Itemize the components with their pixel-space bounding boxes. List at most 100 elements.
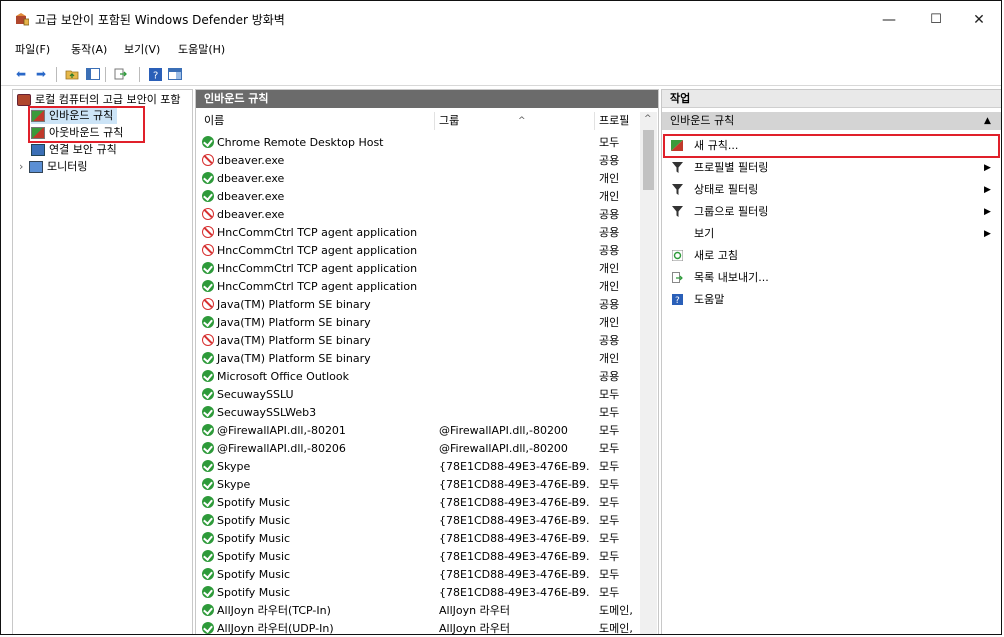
chevron-right-icon[interactable]: › [19,159,29,175]
action-item[interactable]: 그룹으로 필터링 ▶ [662,203,1001,221]
blocked-status-icon [202,208,214,220]
action-item[interactable]: 새로 고침 [662,247,1001,265]
help-icon[interactable]: ? [147,66,163,82]
back-arrow-icon[interactable]: ⬅ [13,66,29,82]
rule-name-cell: SecuwaySSLWeb3 [202,404,438,422]
table-row[interactable]: Skype {78E1CD88-49E3-476E-B9... 모두 [196,458,641,476]
rule-name: HncCommCtrl TCP agent application [217,262,418,275]
table-row[interactable]: Spotify Music {78E1CD88-49E3-476E-B9... 모두 [196,584,641,602]
rule-name-cell: dbeaver.exe [202,170,438,188]
table-row[interactable]: Java(TM) Platform SE binary 개인 [196,350,641,368]
table-row[interactable]: dbeaver.exe 공용 [196,206,641,224]
rule-name-cell: Java(TM) Platform SE binary [202,332,438,350]
allowed-status-icon [202,388,214,400]
rule-group-cell: {78E1CD88-49E3-476E-B9... [439,460,589,473]
allowed-status-icon [202,604,214,616]
tree-item-monitoring[interactable]: › 모니터링 [19,159,87,175]
tree-item-connection-security[interactable]: 연결 보안 규칙 [31,142,117,158]
rule-profile-cell: 개인 [599,172,620,185]
rule-name-cell: dbeaver.exe [202,152,438,170]
rule-name: Java(TM) Platform SE binary [217,352,371,365]
table-row[interactable]: Spotify Music {78E1CD88-49E3-476E-B9... 모두 [196,494,641,512]
table-row[interactable]: dbeaver.exe 개인 [196,188,641,206]
rule-name: Skype [217,460,251,473]
minimize-button[interactable]: — [867,7,911,33]
rule-name-cell: Spotify Music [202,494,438,512]
table-row[interactable]: Spotify Music {78E1CD88-49E3-476E-B9... 모두 [196,530,641,548]
collapse-up-icon[interactable]: ▲ [984,112,991,130]
firewall-window: 고급 보안이 포함된 Windows Defender 방화벽 — ☐ ✕ 파일… [0,0,1002,635]
close-button[interactable]: ✕ [957,7,1001,33]
table-row[interactable]: AllJoyn 라우터(UDP-In) AllJoyn 라우터 도메인,... [196,620,641,634]
menu-help[interactable]: 도움말(H) [178,41,225,57]
rule-name: Chrome Remote Desktop Host [217,136,384,149]
action-item[interactable]: 상태로 필터링 ▶ [662,181,1001,199]
blocked-status-icon [202,244,214,256]
allowed-status-icon [202,568,214,580]
rule-name-cell: Java(TM) Platform SE binary [202,350,438,368]
menu-view[interactable]: 보기(V) [124,41,160,57]
rule-name-cell: HncCommCtrl TCP agent application [202,278,438,296]
allowed-status-icon [202,622,214,634]
rule-profile-cell: 모두 [599,550,620,563]
table-row[interactable]: Java(TM) Platform SE binary 공용 [196,332,641,350]
column-header-group[interactable]: 그룹 [439,112,459,130]
rule-profile-cell: 모두 [599,460,620,473]
table-row[interactable]: @FirewallAPI.dll,-80201 @FirewallAPI.dll,… [196,422,641,440]
table-row[interactable]: AllJoyn 라우터(TCP-In) AllJoyn 라우터 도메인,... [196,602,641,620]
table-row[interactable]: Microsoft Office Outlook 공용 [196,368,641,386]
rule-name-cell: HncCommCtrl TCP agent application [202,260,438,278]
menu-action[interactable]: 동작(A) [71,41,107,57]
allowed-status-icon [202,136,214,148]
toolbar-divider [139,67,140,82]
scroll-up-icon[interactable]: ^ [644,114,652,124]
up-folder-icon[interactable] [64,66,80,82]
sort-up-icon: ^ [518,116,526,126]
rule-profile-cell: 모두 [599,136,620,149]
maximize-button[interactable]: ☐ [914,7,958,33]
rule-profile-cell: 모두 [599,406,620,419]
help-icon: ? [671,294,683,306]
table-row[interactable]: Java(TM) Platform SE binary 공용 [196,296,641,314]
table-row[interactable]: Java(TM) Platform SE binary 개인 [196,314,641,332]
scroll-thumb[interactable] [643,130,654,190]
blocked-status-icon [202,298,214,310]
table-row[interactable]: SecuwaySSLWeb3 모두 [196,404,641,422]
action-item[interactable]: 보기 ▶ [662,225,1001,243]
table-row[interactable]: HncCommCtrl TCP agent application 공용 [196,224,641,242]
table-row[interactable]: HncCommCtrl TCP agent application 개인 [196,278,641,296]
table-row[interactable]: @FirewallAPI.dll,-80206 @FirewallAPI.dll,… [196,440,641,458]
table-row[interactable]: Spotify Music {78E1CD88-49E3-476E-B9... 모두 [196,512,641,530]
action-item[interactable]: 목록 내보내기... [662,269,1001,287]
actions-pane: 작업 인바운드 규칙 ▲ 새 규칙... 프로필별 필터링 ▶ 상태로 필터링 ▶ 그룹으… [661,89,1001,634]
action-item[interactable]: ? 도움말 [662,291,1001,309]
properties-pane-icon[interactable] [167,66,183,82]
rule-name-cell: HncCommCtrl TCP agent application [202,242,438,260]
actions-section-header[interactable]: 인바운드 규칙 ▲ [662,112,1001,130]
table-row[interactable]: HncCommCtrl TCP agent application 개인 [196,260,641,278]
allowed-status-icon [202,370,214,382]
table-row[interactable]: dbeaver.exe 공용 [196,152,641,170]
rule-name-cell: AllJoyn 라우터(UDP-In) [202,620,438,634]
menu-file[interactable]: 파일(F) [15,41,50,57]
table-row[interactable]: Spotify Music {78E1CD88-49E3-476E-B9... 모두 [196,566,641,584]
export-list-icon[interactable] [113,66,129,82]
rule-name: Java(TM) Platform SE binary [217,334,371,347]
action-label: 도움말 [694,293,725,306]
table-row[interactable]: HncCommCtrl TCP agent application 공용 [196,242,641,260]
action-item[interactable]: 프로필별 필터링 ▶ [662,159,1001,177]
toolbar-divider [105,67,106,82]
show-hide-tree-icon[interactable] [85,66,101,82]
table-row[interactable]: Spotify Music {78E1CD88-49E3-476E-B9... 모두 [196,548,641,566]
table-row[interactable]: dbeaver.exe 개인 [196,170,641,188]
forward-arrow-icon[interactable]: ➡ [33,66,49,82]
column-header-name[interactable]: 이름 [204,112,224,130]
table-row[interactable]: SecuwaySSLU 모두 [196,386,641,404]
table-row[interactable]: Skype {78E1CD88-49E3-476E-B9... 모두 [196,476,641,494]
table-row[interactable]: Chrome Remote Desktop Host 모두 [196,134,641,152]
allowed-status-icon [202,496,214,508]
column-header-profile[interactable]: 프로필 [599,112,629,130]
navigation-tree: 로컬 컴퓨터의 고급 보안이 포함 인바운드 규칙 아웃바운드 규칙 연결 보안… [12,89,193,634]
vertical-scrollbar[interactable]: ^ [640,112,657,634]
filter-icon [671,206,683,218]
